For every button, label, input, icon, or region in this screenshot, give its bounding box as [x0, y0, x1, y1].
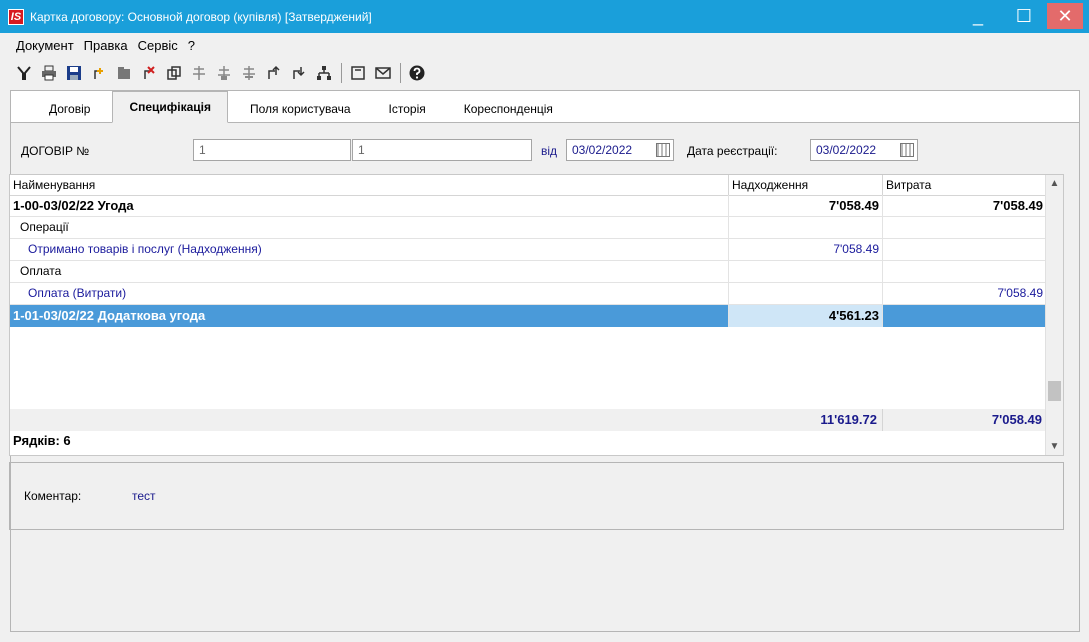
- cell-expense: 7'058.49: [883, 283, 1047, 305]
- add-icon[interactable]: [89, 63, 109, 83]
- form-icon[interactable]: [348, 63, 368, 83]
- print-icon[interactable]: [39, 63, 59, 83]
- cell-income: [729, 283, 883, 305]
- maximize-button[interactable]: ☐: [1001, 0, 1047, 33]
- structure-icon[interactable]: [314, 63, 334, 83]
- cell-income: 7'058.49: [729, 195, 883, 217]
- window-title: Картка договору: Основной договор (купів…: [30, 9, 372, 24]
- cell-name: Оплата: [10, 261, 729, 283]
- table-row[interactable]: Оплата: [10, 261, 1047, 283]
- toolbar-separator: [400, 63, 401, 83]
- contract-number-field-2[interactable]: 1: [352, 139, 532, 161]
- cell-name: Оплата (Витрати): [10, 283, 729, 305]
- menu-help[interactable]: ?: [188, 38, 195, 53]
- cell-name: Отримано товарів і послуг (Надходження): [10, 239, 729, 261]
- copy-icon[interactable]: [164, 63, 184, 83]
- menu-bar: Документ Правка Сервіс ?: [0, 34, 205, 56]
- contract-header-row: ДОГОВІР № 1 1 від 03/02/2022 Дата реєстр…: [11, 139, 1079, 165]
- toolbar-separator: [341, 63, 342, 83]
- move-down-icon[interactable]: [289, 63, 309, 83]
- comment-label: Коментар:: [24, 489, 82, 503]
- title-bar: IS Картка договору: Основной договор (ку…: [0, 0, 1089, 33]
- date-from-value: 03/02/2022: [572, 143, 633, 157]
- scroll-up-icon[interactable]: ▲: [1046, 175, 1063, 192]
- cell-expense: 7'058.49: [883, 195, 1047, 217]
- tab-history[interactable]: Історія: [373, 96, 442, 122]
- column-header-income[interactable]: Надходження: [729, 175, 883, 195]
- date-from-field[interactable]: 03/02/2022: [566, 139, 674, 161]
- tree-icon[interactable]: [189, 63, 209, 83]
- cell-expense: [883, 217, 1047, 239]
- date-from-label: від: [541, 144, 558, 158]
- calendar-icon[interactable]: [656, 143, 670, 157]
- specification-grid: Найменування Надходження Витрата 1-00-03…: [9, 174, 1064, 456]
- total-expense: 7'058.49: [991, 412, 1042, 427]
- rows-count: Рядків: 6: [13, 433, 71, 448]
- cell-name: 1-00-03/02/22 Угода: [10, 195, 729, 217]
- minimize-button[interactable]: _: [955, 0, 1001, 33]
- table-row[interactable]: Отримано товарів і послуг (Надходження) …: [10, 239, 1047, 261]
- tab-user-fields[interactable]: Поля користувача: [234, 96, 367, 122]
- scrollbar-thumb[interactable]: [1048, 381, 1061, 401]
- cell-name: Операції: [10, 217, 729, 239]
- tab-specification[interactable]: Специфікація: [112, 91, 229, 123]
- registration-date-field[interactable]: 03/02/2022: [810, 139, 918, 161]
- menu-document[interactable]: Документ: [16, 38, 74, 53]
- cell-name: 1-01-03/02/22 Додаткова угода: [10, 305, 729, 327]
- table-row[interactable]: Операції: [10, 217, 1047, 239]
- contract-number-field-1[interactable]: 1: [193, 139, 351, 161]
- cell-expense: [883, 261, 1047, 283]
- vertical-scrollbar[interactable]: ▲ ▼: [1045, 175, 1063, 455]
- cell-income: [729, 217, 883, 239]
- move-up-icon[interactable]: [264, 63, 284, 83]
- cell-income: [729, 261, 883, 283]
- total-income: 11'619.72: [729, 409, 883, 431]
- delete-icon[interactable]: [139, 63, 159, 83]
- table-row[interactable]: 1-00-03/02/22 Угода 7'058.49 7'058.49: [10, 195, 1047, 217]
- tab-correspondence[interactable]: Кореспонденція: [448, 96, 569, 122]
- toolbar: [0, 58, 1089, 88]
- app-logo-icon: IS: [8, 8, 24, 25]
- tab-bar: Договір Специфікація Поля користувача Іс…: [11, 91, 1079, 123]
- column-header-expense[interactable]: Витрата: [883, 175, 1047, 195]
- save-icon[interactable]: [64, 63, 84, 83]
- grid-totals-row: 11'619.72 7'058.49: [10, 409, 1047, 431]
- cell-expense: [883, 239, 1047, 261]
- window-controls: _ ☐ ✕: [955, 0, 1089, 33]
- comment-value[interactable]: тест: [132, 489, 156, 503]
- column-header-name[interactable]: Найменування: [10, 175, 729, 195]
- scroll-down-icon[interactable]: ▼: [1046, 438, 1063, 455]
- tree-add-icon[interactable]: [214, 63, 234, 83]
- filter-icon[interactable]: [14, 63, 34, 83]
- help-icon[interactable]: [407, 63, 427, 83]
- table-row-selected[interactable]: 1-01-03/02/22 Додаткова угода 4'561.23: [10, 305, 1047, 327]
- registration-date-label: Дата реєстрації:: [687, 144, 778, 158]
- calendar-icon[interactable]: [900, 143, 914, 157]
- comment-panel: Коментар: тест: [9, 462, 1064, 530]
- tab-contract[interactable]: Договір: [33, 96, 106, 122]
- registration-date-value: 03/02/2022: [816, 143, 877, 157]
- table-row[interactable]: Оплата (Витрати) 7'058.49: [10, 283, 1047, 305]
- mail-icon[interactable]: [373, 63, 393, 83]
- folder-icon[interactable]: [114, 63, 134, 83]
- contract-number-label: ДОГОВІР №: [21, 144, 90, 158]
- menu-service[interactable]: Сервіс: [138, 38, 178, 53]
- grid-header: Найменування Надходження Витрата: [10, 175, 1047, 196]
- cell-income[interactable]: 4'561.23: [729, 305, 883, 327]
- tree-remove-icon[interactable]: [239, 63, 259, 83]
- close-button[interactable]: ✕: [1047, 3, 1083, 29]
- menu-edit[interactable]: Правка: [84, 38, 128, 53]
- cell-expense: [883, 305, 1047, 327]
- cell-income: 7'058.49: [729, 239, 883, 261]
